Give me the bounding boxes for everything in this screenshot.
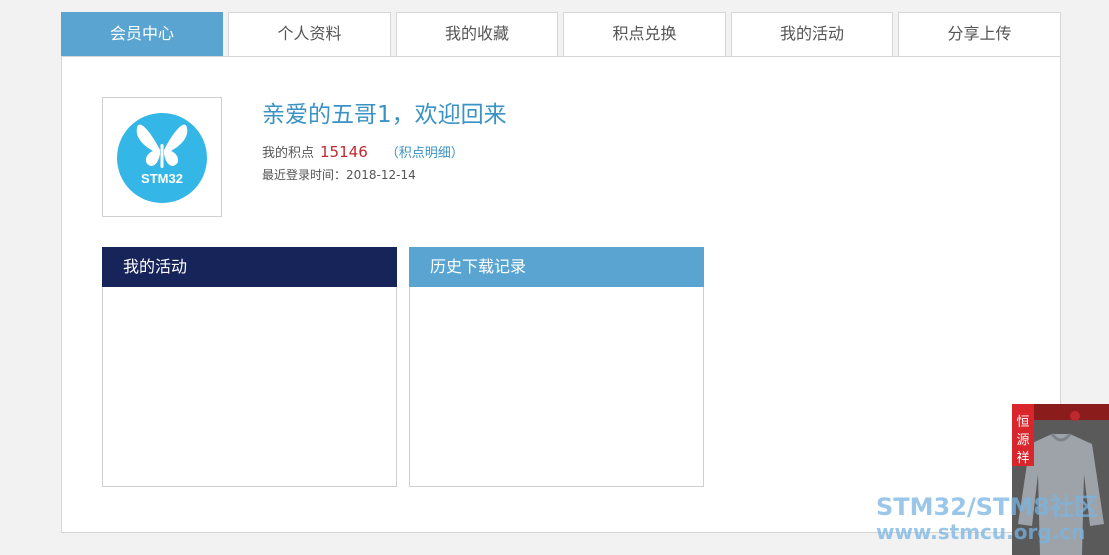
tab-member-center[interactable]: 会员中心 (61, 12, 223, 56)
last-login-date: 2018-12-14 (346, 168, 416, 182)
last-login-label: 最近登录时间： (262, 168, 347, 182)
ad-brand-char-1: 恒 (1016, 415, 1029, 430)
ad-brand-char-3: 祥 (1016, 451, 1029, 466)
tab-points-exchange[interactable]: 积点兑换 (563, 12, 726, 56)
points-label: 我的积点 (262, 146, 315, 161)
tab-my-activities[interactable]: 我的活动 (731, 12, 893, 56)
download-history-header: 历史下载记录 (409, 247, 704, 287)
site-watermark: STM32/STM8社区 www.stmcu.org.cn (876, 495, 1098, 545)
points-value: 15146 (320, 143, 368, 161)
welcome-heading: 亲爱的五哥1，欢迎回来 (262, 102, 507, 128)
ad-brand-char-2: 源 (1016, 433, 1029, 448)
points-line: 我的积点 15146 （积点明细） (262, 142, 464, 161)
member-tabs: 会员中心 个人资料 我的收藏 积点兑换 我的活动 分享上传 (61, 12, 1061, 56)
tab-share-upload[interactable]: 分享上传 (898, 12, 1061, 56)
my-activities-box: 我的活动 (102, 247, 397, 487)
tab-profile[interactable]: 个人资料 (228, 12, 391, 56)
tab-favorites[interactable]: 我的收藏 (396, 12, 558, 56)
avatar-text: STM32 (141, 171, 183, 186)
points-detail-link[interactable]: （积点明细） (386, 146, 464, 161)
avatar[interactable]: STM32 (102, 97, 222, 217)
butterfly-logo-icon: STM32 (117, 113, 207, 203)
watermark-line1: STM32/STM8社区 (876, 493, 1098, 521)
last-login-line: 最近登录时间：2018-12-14 (262, 166, 416, 183)
download-history-box: 历史下载记录 (409, 247, 704, 487)
watermark-line2: www.stmcu.org.cn (876, 520, 1086, 544)
my-activities-header: 我的活动 (102, 247, 397, 287)
